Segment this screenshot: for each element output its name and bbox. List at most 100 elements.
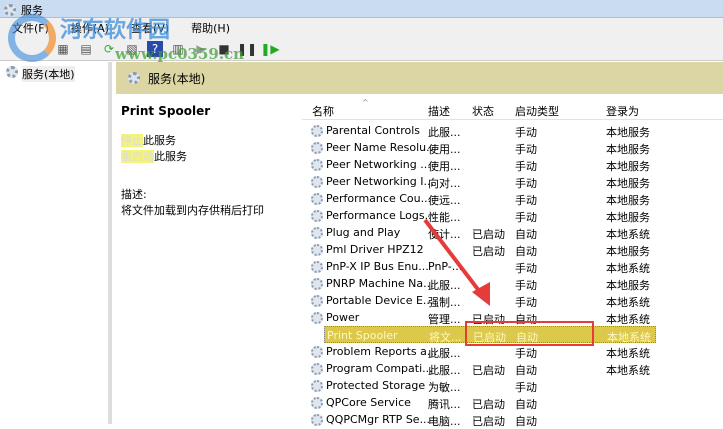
cell-desc: 使远... (428, 194, 461, 207)
service-row[interactable]: Pml Driver HPZ12 已启动 自动 本地服务 (302, 241, 662, 258)
cell-logon: 本地服务 (606, 245, 650, 258)
service-row[interactable]: Program Compati... 此服... 已启动 自动 本地系统 (302, 360, 662, 377)
cell-name: Portable Device E... (326, 294, 434, 307)
col-name[interactable]: 名称 (312, 103, 334, 119)
service-gear-icon (311, 363, 323, 375)
cell-desc: 此服... (428, 126, 461, 139)
cell-status: 已启动 (472, 364, 505, 377)
cell-status: 已启动 (472, 228, 505, 241)
service-row[interactable]: Protected Storage 为敏... 手动 (302, 377, 662, 394)
cell-logon: 本地系统 (606, 228, 650, 241)
cell-desc: 此服... (428, 364, 461, 377)
link-suffix: 此服务 (143, 134, 176, 147)
service-gear-icon (311, 295, 323, 307)
cell-logon: 本地服务 (606, 160, 650, 173)
cell-desc: 向对... (428, 177, 461, 190)
cell-desc: 此服... (428, 347, 461, 360)
pane-title: 服务(本地) (148, 71, 206, 86)
cell-logon: 本地服务 (606, 211, 650, 224)
service-gear-icon (311, 227, 323, 239)
service-gear-icon (311, 159, 323, 171)
cell-startup: 手动 (515, 262, 537, 275)
cell-name: QQPCMgr RTP Se... (326, 413, 431, 426)
cell-name: Print Spooler (327, 329, 398, 342)
cell-name: Problem Reports a... (326, 345, 438, 358)
cell-name: Power (326, 311, 360, 324)
service-row[interactable]: PNRP Machine Na... 此服... 手动 本地服务 (302, 275, 662, 292)
cell-desc: 电脑... (428, 415, 461, 428)
cell-desc: 使计... (428, 228, 461, 241)
cell-name: PNRP Machine Na... (326, 277, 434, 290)
description-text: 将文件加载到内存供稍后打印 (121, 204, 264, 217)
cell-status: 已启动 (472, 398, 505, 411)
cell-startup: 手动 (515, 347, 537, 360)
description-label: 描述: (121, 188, 147, 201)
cell-desc: 管理... (428, 313, 461, 326)
cell-startup: 手动 (515, 160, 537, 173)
link-suffix: 此服务 (154, 150, 187, 163)
service-row[interactable]: Peer Networking ... 使用... 手动 本地服务 (302, 156, 662, 173)
tree-pane: 服务(本地) (0, 62, 112, 424)
service-gear-icon (311, 261, 323, 273)
service-row[interactable]: PnP-X IP Bus Enu... PnP-... 手动 本地系统 (302, 258, 662, 275)
services-gear-icon (128, 72, 140, 84)
stop-service-link[interactable]: 停止 (121, 134, 143, 147)
cell-logon: 本地服务 (606, 126, 650, 139)
service-gear-icon (311, 193, 323, 205)
cell-name: Peer Name Resolu... (326, 141, 437, 154)
restart-service-link[interactable]: 重启动 (121, 150, 154, 163)
cell-startup: 自动 (515, 415, 537, 428)
cell-name: Performance Logs... (326, 209, 436, 222)
col-desc[interactable]: 描述 (428, 103, 450, 119)
cell-startup: 手动 (515, 381, 537, 394)
col-startup[interactable]: 启动类型 (515, 103, 559, 119)
cell-name: Pml Driver HPZ12 (326, 243, 424, 256)
service-row[interactable]: Peer Name Resolu... 使用... 手动 本地服务 (302, 139, 662, 156)
cell-startup: 手动 (515, 279, 537, 292)
tree-item-services-local[interactable]: 服务(本地) (22, 66, 75, 82)
cell-name: Protected Storage (326, 379, 426, 392)
service-row[interactable]: QPCore Service 腾讯... 已启动 自动 (302, 394, 662, 411)
cell-startup: 自动 (515, 364, 537, 377)
cell-name: Peer Networking I... (326, 175, 434, 188)
cell-desc: 使用... (428, 160, 461, 173)
cell-logon: 本地系统 (606, 262, 650, 275)
service-gear-icon (311, 142, 323, 154)
cell-desc: PnP-... (428, 260, 463, 273)
service-gear-icon (311, 312, 323, 324)
cell-name: PnP-X IP Bus Enu... (326, 260, 429, 273)
cell-desc: 使用... (428, 143, 461, 156)
menu-help[interactable]: 帮助(H) (191, 20, 230, 36)
cell-name: Peer Networking ... (326, 158, 431, 171)
service-row[interactable]: Performance Logs... 性能... 手动 本地服务 (302, 207, 662, 224)
cell-logon: 本地服务 (606, 194, 650, 207)
cell-desc: 强制... (428, 296, 461, 309)
service-row[interactable]: Portable Device E... 强制... 手动 本地系统 (302, 292, 662, 309)
cell-status: 已启动 (472, 415, 505, 428)
services-gear-icon (6, 66, 18, 78)
service-row[interactable]: Parental Controls 此服... 手动 本地服务 (302, 122, 662, 139)
service-row[interactable]: Performance Cou... 使远... 手动 本地服务 (302, 190, 662, 207)
cell-startup: 自动 (515, 398, 537, 411)
cell-startup: 手动 (515, 143, 537, 156)
sort-asc-icon: ^ (362, 98, 369, 107)
cell-name: Program Compati... (326, 362, 433, 375)
restart-icon[interactable]: ❚▶ (260, 41, 279, 57)
service-gear-icon (311, 380, 323, 392)
col-logon[interactable]: 登录为 (606, 103, 639, 119)
service-gear-icon (311, 414, 323, 426)
service-gear-icon (311, 125, 323, 137)
service-gear-icon (311, 346, 323, 358)
watermark-logo (8, 14, 56, 62)
service-row[interactable]: QQPCMgr RTP Se... 电脑... 已启动 自动 (302, 411, 662, 428)
column-header: 名称 ^ 描述 状态 启动类型 登录为 (302, 98, 723, 120)
cell-logon: 本地系统 (606, 364, 650, 377)
cell-desc: 此服... (428, 279, 461, 292)
col-status[interactable]: 状态 (472, 103, 494, 119)
cell-startup: 自动 (515, 228, 537, 241)
service-gear-icon (311, 278, 323, 290)
service-row[interactable]: Peer Networking I... 向对... 手动 本地服务 (302, 173, 662, 190)
cell-name: Plug and Play (326, 226, 401, 239)
service-row[interactable]: Plug and Play 使计... 已启动 自动 本地系统 (302, 224, 662, 241)
service-gear-icon (311, 244, 323, 256)
